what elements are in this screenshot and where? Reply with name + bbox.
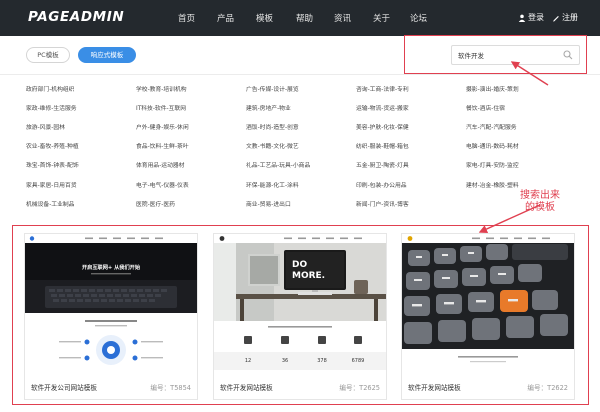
thumbnail-stat: 12 (245, 358, 251, 364)
template-title[interactable]: 软件开发网站模板 (220, 382, 273, 392)
template-code: 编号：T2625 (339, 384, 380, 392)
category-link[interactable]: 建材-冶金-橡胶-塑料 (466, 180, 519, 189)
category-link[interactable]: 体育用品-运动器材 (136, 160, 184, 169)
category-link[interactable]: 电脑-通讯-数码-耗材 (466, 141, 519, 150)
category-link[interactable]: 环保-能源-化工-涂料 (246, 180, 299, 189)
category-link[interactable]: 酒饭-时尚-造型-创意 (246, 122, 299, 131)
category-link[interactable]: 礼品-工艺品-玩具-小商品 (246, 160, 310, 169)
template-thumbnail[interactable]: 开启互联网+ 从我们开始 (25, 234, 197, 370)
category-link[interactable]: 机械设备-工业制品 (26, 199, 74, 208)
category-link[interactable]: 运输-物流-货运-搬家 (356, 103, 409, 112)
category-link[interactable]: 新闻-门户-资讯-博客 (356, 199, 409, 208)
category-link[interactable]: 五金-厨卫-陶瓷-灯具 (356, 160, 409, 169)
arrow-to-search (510, 61, 549, 86)
category-link[interactable]: 美容-护肤-化妆-保健 (356, 122, 409, 131)
thumbnail-stat: 6789 (352, 358, 365, 364)
category-link[interactable]: 家电-灯具-安防-监控 (466, 160, 519, 169)
category-link[interactable]: 文教-书籍-文化-微艺 (246, 141, 299, 150)
template-card[interactable]: DO MORE. 12 36 378 6789 软件开发网站模板 编号：T262… (213, 233, 387, 400)
category-link[interactable]: 餐饮-酒店-住宿 (466, 103, 505, 112)
thumbnail-stat: 36 (282, 358, 288, 364)
category-link[interactable]: 食品-饮料-生鲜-茶叶 (136, 141, 189, 150)
template-code: 编号：T2622 (527, 384, 568, 392)
annotation-text: 搜索出来 的模板 (520, 190, 560, 214)
category-link[interactable]: 政府部门-机构组织 (26, 84, 74, 93)
category-link[interactable]: 农业-畜牧-养殖-种植 (26, 141, 79, 150)
category-link[interactable]: 家具-家居-日用百货 (26, 180, 77, 189)
category-link[interactable]: 汽车-汽配-汽配服务 (466, 122, 517, 131)
template-title[interactable]: 软件开发网站模板 (408, 382, 461, 392)
template-card[interactable]: 软件开发网站模板 编号：T2622 (401, 233, 575, 400)
category-link[interactable]: 医院-医疗-医药 (136, 199, 175, 208)
category-link[interactable]: 商业-贸易-进出口 (246, 199, 291, 208)
category-link[interactable]: 珠宝-首饰-钟表-配饰 (26, 160, 79, 169)
category-link[interactable]: 摄影-演出-婚庆-策划 (466, 84, 519, 93)
category-link[interactable]: 纺织-服装-鞋帽-箱包 (356, 141, 409, 150)
category-link[interactable]: 电子-电气-仪器-仪表 (136, 180, 189, 189)
category-link[interactable]: IT科技-软件-互联网 (136, 103, 186, 112)
annotation-line: 的模板 (525, 202, 555, 213)
category-link[interactable]: 印刷-包装-办公用品 (356, 180, 407, 189)
category-link[interactable]: 旅游-风景-园林 (26, 122, 65, 131)
thumbnail-stat: 378 (317, 358, 327, 364)
template-thumbnail[interactable] (402, 234, 574, 370)
thumbnail-software-company: 开启互联网+ 从我们开始 (25, 234, 197, 370)
thumbnail-banner-line1: DO (292, 260, 307, 270)
template-title[interactable]: 软件开发公司网站模板 (31, 382, 97, 392)
category-link[interactable]: 咨询-工商-法律-专利 (356, 84, 409, 93)
thumbnail-banner-line2: MORE. (292, 271, 325, 281)
category-link[interactable]: 建筑-房地产-物业 (246, 103, 291, 112)
category-link[interactable]: 户外-健身-娱乐-休闲 (136, 122, 189, 131)
category-link[interactable]: 学校-教育-培训机构 (136, 84, 187, 93)
annotation-line: 搜索出来 (520, 190, 560, 201)
category-link[interactable]: 广告-传媒-设计-展览 (246, 84, 299, 93)
template-card[interactable]: 开启互联网+ 从我们开始 软件开发公司网站模板 编号：T5854 (24, 233, 198, 400)
template-thumbnail[interactable]: DO MORE. 12 36 378 6789 (214, 234, 386, 370)
thumbnail-banner-text: 开启互联网+ 从我们开始 (82, 263, 141, 271)
category-link[interactable]: 家政-维修-生活服务 (26, 103, 77, 112)
thumbnail-do-more: DO MORE. 12 36 378 6789 (214, 234, 386, 370)
thumbnail-calculator (402, 234, 574, 370)
template-code: 编号：T5854 (150, 384, 191, 392)
